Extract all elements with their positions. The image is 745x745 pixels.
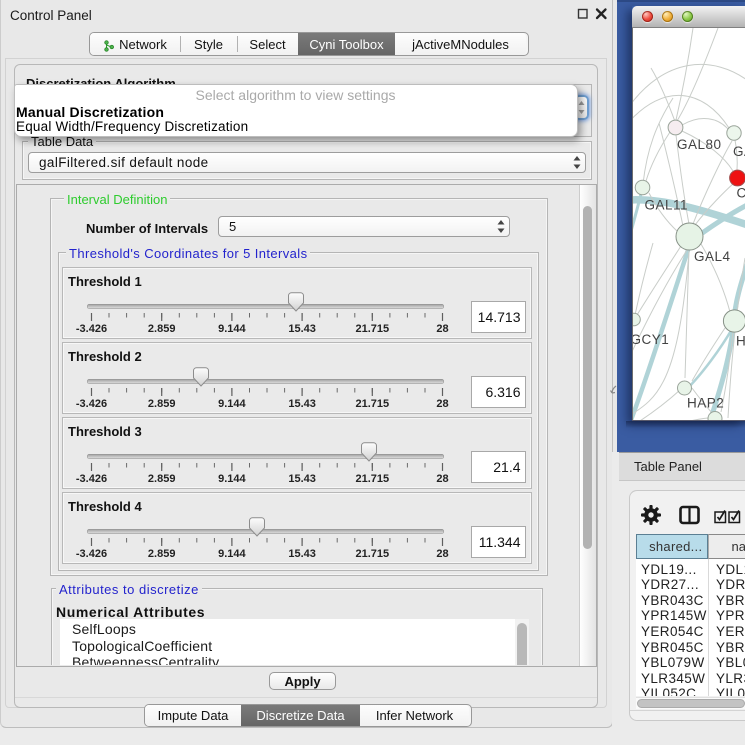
svg-text:GAL4: GAL4 xyxy=(694,249,731,264)
svg-text:GA: GA xyxy=(733,144,745,159)
svg-text:GCY1: GCY1 xyxy=(633,332,669,347)
svg-text:HAP2: HAP2 xyxy=(687,396,724,411)
svg-text:H: H xyxy=(736,334,745,349)
svg-text:C: C xyxy=(737,186,745,201)
svg-text:GAL80: GAL80 xyxy=(677,137,722,152)
svg-text:GAL11: GAL11 xyxy=(645,198,689,213)
